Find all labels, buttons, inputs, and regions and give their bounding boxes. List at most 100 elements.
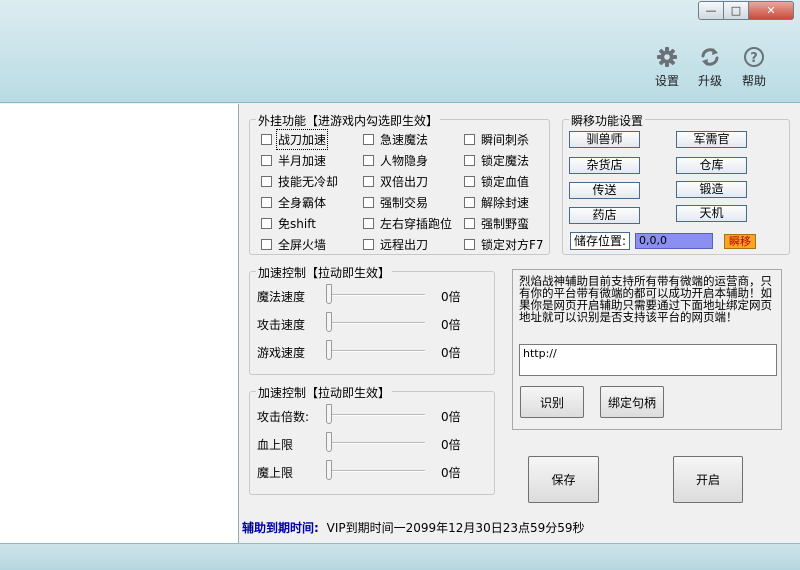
checkbox-box[interactable] <box>261 217 272 229</box>
feature-checkbox[interactable]: 急速魔法 <box>363 131 428 147</box>
slider-thumb[interactable] <box>326 460 332 480</box>
checkbox-box[interactable] <box>363 238 374 250</box>
feature-checkbox[interactable]: 解除封速 <box>464 194 529 210</box>
feature-checkbox[interactable]: 左右穿插跑位 <box>363 215 452 231</box>
feature-label: 全屏火墙 <box>278 237 327 252</box>
teleport-group: 瞬移功能设置 驯兽师 军需官 杂货店 仓库 传送 锻造 药店 天机 储存位置: … <box>562 112 790 255</box>
feature-label: 强制野蛮 <box>481 216 530 231</box>
minimize-button[interactable]: — <box>698 1 724 20</box>
stats-control-title: 加速控制【拉动即生效】 <box>256 384 393 401</box>
slider-track[interactable] <box>329 350 425 352</box>
slider-thumb[interactable] <box>326 284 332 304</box>
web-url-input[interactable]: http:// <box>519 344 777 376</box>
feature-label: 急速魔法 <box>380 132 429 147</box>
feature-checkbox[interactable]: 免shift <box>261 215 316 231</box>
feature-label: 技能无冷却 <box>278 174 339 189</box>
checkbox-box[interactable] <box>261 196 272 208</box>
slider-value: 0倍 <box>441 318 461 332</box>
refresh-icon <box>701 48 719 66</box>
teleport-quartermaster-button[interactable]: 军需官 <box>676 131 747 148</box>
feature-checkbox[interactable]: 半月加速 <box>261 152 326 168</box>
settings-button[interactable]: 设置 <box>647 46 687 90</box>
stats-slider-row: 魔上限 0倍 <box>257 460 487 482</box>
checkbox-box[interactable] <box>261 133 272 145</box>
checkbox-box[interactable] <box>261 154 272 166</box>
status-bar <box>0 543 800 570</box>
checkbox-box[interactable] <box>261 175 272 187</box>
checkbox-box[interactable] <box>464 133 475 145</box>
upgrade-label: 升级 <box>697 74 722 88</box>
checkbox-box[interactable] <box>363 196 374 208</box>
checkbox-box[interactable] <box>363 133 374 145</box>
teleport-portal-button[interactable]: 传送 <box>569 182 640 199</box>
slider-value: 0倍 <box>441 438 461 452</box>
speed-slider-row: 游戏速度 0倍 <box>257 340 487 362</box>
feature-checkbox[interactable]: 锁定对方F7 <box>464 236 544 252</box>
identify-button[interactable]: 识别 <box>520 386 584 418</box>
teleport-trainer-button[interactable]: 驯兽师 <box>569 131 640 148</box>
feature-checkbox[interactable]: 技能无冷却 <box>261 173 338 189</box>
web-bind-notice: 烈焰战神辅助目前支持所有带有微端的运营商，只有你的平台带有微端的都可以成功开启本… <box>519 274 772 324</box>
teleport-warehouse-button[interactable]: 仓库 <box>676 157 747 174</box>
saved-coords-field[interactable]: 0,0,0 <box>635 233 713 249</box>
slider-track[interactable] <box>329 442 425 444</box>
slider-track[interactable] <box>329 470 425 472</box>
teleport-pharmacy-button[interactable]: 药店 <box>569 207 640 224</box>
slider-track[interactable] <box>329 294 425 296</box>
feature-checkbox[interactable]: 锁定魔法 <box>464 152 529 168</box>
expiry-label: 辅助到期时间: <box>242 521 319 535</box>
feature-label: 锁定对方F7 <box>481 237 544 252</box>
feature-checkbox[interactable]: 战刀加速 <box>261 128 329 150</box>
help-icon: ? <box>744 47 764 67</box>
slider-track[interactable] <box>329 414 425 416</box>
feature-checkbox[interactable]: 远程出刀 <box>363 236 428 252</box>
feature-label: 人物隐身 <box>380 153 429 168</box>
teleport-tianji-button[interactable]: 天机 <box>676 205 747 222</box>
close-button[interactable]: ✕ <box>749 1 794 20</box>
help-button[interactable]: ? 帮助 <box>734 46 774 90</box>
checkbox-box[interactable] <box>261 238 272 250</box>
slider-value: 0倍 <box>441 466 461 480</box>
teleport-jump-button[interactable]: 瞬移 <box>724 234 756 249</box>
feature-label: 锁定魔法 <box>481 153 530 168</box>
feature-checkbox[interactable]: 瞬间刺杀 <box>464 131 529 147</box>
teleport-forge-button[interactable]: 锻造 <box>676 181 747 198</box>
feature-checkbox[interactable]: 强制野蛮 <box>464 215 529 231</box>
features-title: 外挂功能【进游戏内勾选即生效】 <box>256 112 441 129</box>
bind-handle-button[interactable]: 绑定句柄 <box>600 386 664 418</box>
checkbox-box[interactable] <box>464 238 475 250</box>
speed-control-group: 加速控制【拉动即生效】 魔法速度 0倍 攻击速度 0倍 游戏速度 0倍 <box>249 264 495 375</box>
slider-thumb[interactable] <box>326 340 332 360</box>
checkbox-box[interactable] <box>464 196 475 208</box>
slider-thumb[interactable] <box>326 312 332 332</box>
slider-label: 攻击速度 <box>257 318 306 332</box>
checkbox-box[interactable] <box>363 175 374 187</box>
stats-control-group: 加速控制【拉动即生效】 攻击倍数: 0倍 血上限 0倍 魔上限 0倍 <box>249 384 495 495</box>
teleport-title: 瞬移功能设置 <box>569 112 646 129</box>
maximize-button[interactable]: □ <box>724 1 749 20</box>
feature-checkbox[interactable]: 全身霸体 <box>261 194 326 210</box>
slider-thumb[interactable] <box>326 432 332 452</box>
stats-slider-row: 攻击倍数: 0倍 <box>257 404 487 426</box>
checkbox-box[interactable] <box>363 154 374 166</box>
feature-label: 强制交易 <box>380 195 429 210</box>
feature-checkbox[interactable]: 人物隐身 <box>363 152 428 168</box>
feature-checkbox[interactable]: 全屏火墙 <box>261 236 326 252</box>
features-group: 外挂功能【进游戏内勾选即生效】 战刀加速 急速魔法 瞬间刺杀半月加速 人物隐身 锁定魔法… <box>249 112 550 255</box>
checkbox-box[interactable] <box>464 175 475 187</box>
slider-track[interactable] <box>329 322 425 324</box>
checkbox-box[interactable] <box>464 217 475 229</box>
feature-checkbox[interactable]: 锁定血值 <box>464 173 529 189</box>
start-button[interactable]: 开启 <box>673 456 743 503</box>
checkbox-box[interactable] <box>363 217 374 229</box>
upgrade-button[interactable]: 升级 <box>690 46 730 90</box>
save-button[interactable]: 保存 <box>528 456 599 503</box>
feature-label: 半月加速 <box>278 153 327 168</box>
feature-checkbox[interactable]: 强制交易 <box>363 194 428 210</box>
feature-label: 远程出刀 <box>380 237 429 252</box>
checkbox-box[interactable] <box>464 154 475 166</box>
slider-thumb[interactable] <box>326 404 332 424</box>
feature-label: 锁定血值 <box>481 174 530 189</box>
feature-checkbox[interactable]: 双倍出刀 <box>363 173 428 189</box>
teleport-grocery-button[interactable]: 杂货店 <box>569 157 640 174</box>
